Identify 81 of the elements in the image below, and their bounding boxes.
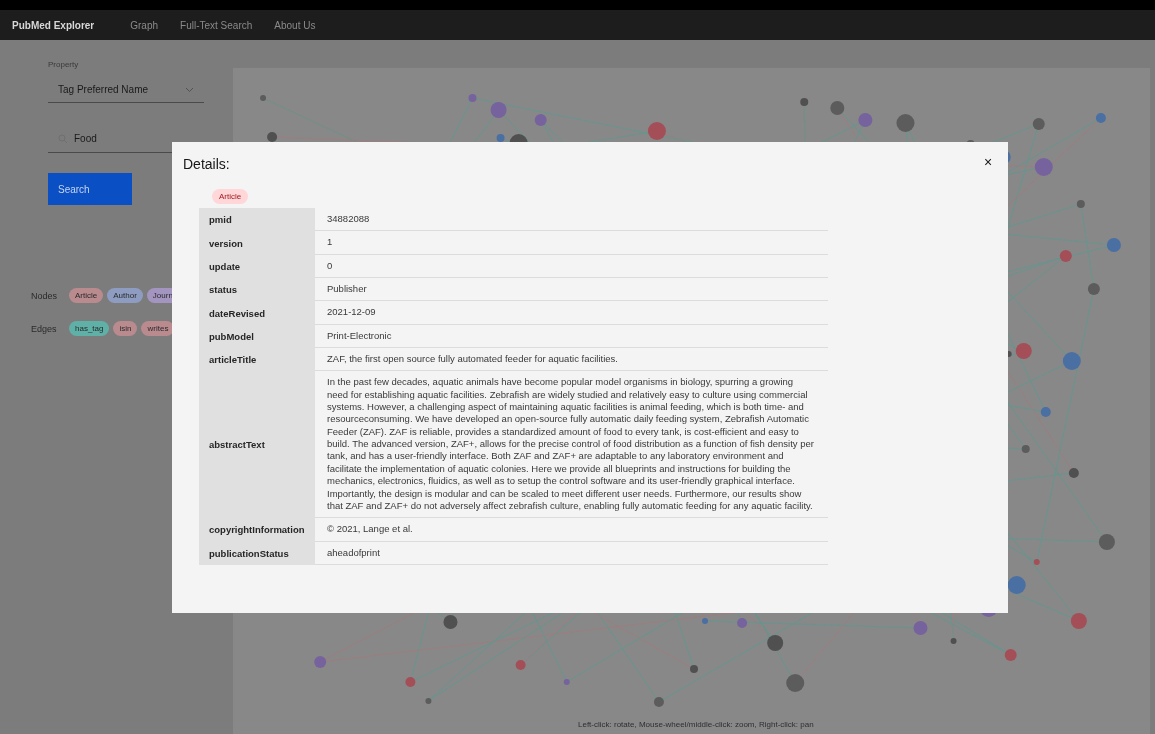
- graph-node[interactable]: [267, 132, 278, 142]
- property-value-cell: ZAF, the first open source fully automated feeder for aquatic facilities.: [315, 348, 828, 372]
- graph-node[interactable]: [653, 697, 664, 707]
- graph-node[interactable]: [1007, 576, 1026, 594]
- graph-node[interactable]: [702, 618, 709, 624]
- graph-node[interactable]: [1004, 649, 1017, 661]
- property-key-cell: status: [199, 278, 315, 302]
- property-key-cell: publicationStatus: [199, 541, 315, 565]
- graph-node[interactable]: [515, 660, 526, 670]
- graph-node[interactable]: [1032, 118, 1045, 130]
- controls-hint: Left-click: rotate, Mouse-wheel/middle-click: zoom, Right-click: pan: [578, 720, 814, 729]
- graph-node[interactable]: [786, 674, 805, 692]
- property-value-cell: 34882088: [315, 208, 828, 232]
- property-value-cell: In the past few decades, aquatic animals have become popular model organisms in biology, spurring a growing need for establishing aquatic facilities. Zebrafish are widely studied and relatively easy to culture using commercial systems. However, a challenging aspect of maintaining aquatic facilities is animal feeding, which is both time- and resourceconsuming. We have developed an open-source fully automatic daily feeding system, Zebrafish Automatic Feeder (ZAF). ZAF is reliable, provides a standardized amount of food to every tank, is cost-efficient and easy to build. The advanced version, ZAF+, allows for the precise control of food distribution as a function of fish density per tank, and has a user-friendly interface. Both ZAF and ZAF+ are adaptable to any laboratory environment and facilitate the implementation of aquatic colonies. Here we provide all blueprints and instructions for building the mechanics, electronics, fluidics, as well as to setup the control software and its user-friendly graphical interface. Importantly, the design is modular and can be scaled to meet different user needs. Furthermore, our results show that ZAF and ZAF+ do not adversely affect zebrafish culture, enabling fully automatic feeding for any aquatic facility.: [315, 371, 828, 519]
- property-key-cell: dateRevised: [199, 301, 315, 325]
- graph-node[interactable]: [1015, 343, 1032, 359]
- graph-node[interactable]: [1087, 283, 1100, 295]
- graph-node[interactable]: [690, 665, 698, 673]
- graph-node[interactable]: [443, 615, 458, 629]
- property-value-cell: 1: [315, 231, 828, 255]
- property-value-cell: aheadofprint: [315, 541, 828, 565]
- nav-link[interactable]: About Us: [274, 19, 316, 31]
- legend-label: Edges: [31, 323, 58, 334]
- property-value-cell: 2021-12-09: [315, 301, 828, 325]
- article-tag: Article: [212, 189, 249, 204]
- graph-node[interactable]: [647, 122, 666, 140]
- graph-node[interactable]: [767, 635, 784, 651]
- graph-node[interactable]: [1068, 468, 1079, 478]
- graph-node[interactable]: [425, 698, 432, 704]
- property-value-cell: © 2021, Lange et al.: [315, 518, 828, 542]
- nav-link[interactable]: Graph: [130, 19, 159, 31]
- field-label: Property: [48, 60, 80, 69]
- graph-node[interactable]: [1076, 200, 1085, 208]
- property-dropdown[interactable]: Tag Preferred Name: [48, 77, 204, 103]
- graph-node[interactable]: [1040, 407, 1051, 417]
- property-value-cell: Print-Electronic: [315, 324, 828, 349]
- legend-chip[interactable]: writes: [141, 321, 175, 336]
- property-value-cell: 0: [315, 254, 828, 279]
- graph-node[interactable]: [830, 101, 845, 115]
- property-key-cell: update: [199, 254, 315, 279]
- property-key-cell: abstractText: [199, 371, 315, 519]
- property-key-cell: version: [199, 231, 315, 255]
- legend-chip[interactable]: Author: [107, 288, 143, 303]
- legend-label: Nodes: [31, 290, 58, 301]
- graph-node[interactable]: [858, 113, 873, 127]
- graph-node[interactable]: [490, 102, 507, 118]
- graph-node[interactable]: [1059, 250, 1072, 262]
- graph-node[interactable]: [534, 114, 547, 126]
- graph-node[interactable]: [1062, 352, 1081, 370]
- graph-node[interactable]: [1095, 113, 1106, 123]
- close-button[interactable]: ×: [978, 152, 998, 172]
- search-button[interactable]: Search: [48, 173, 132, 205]
- graph-node[interactable]: [800, 98, 809, 106]
- dialog-title: Details:: [183, 156, 230, 172]
- graph-node[interactable]: [496, 134, 505, 142]
- property-value-cell: Publisher: [315, 278, 828, 302]
- graph-node[interactable]: [563, 679, 570, 685]
- graph-node[interactable]: [1021, 445, 1030, 453]
- graph-node[interactable]: [468, 94, 477, 102]
- property-key-cell: articleTitle: [199, 348, 315, 372]
- legend-chip[interactable]: has_tag: [69, 321, 110, 336]
- legend-chip[interactable]: isin: [113, 321, 138, 336]
- graph-node[interactable]: [1033, 559, 1040, 565]
- graph-node[interactable]: [260, 95, 267, 101]
- graph-node[interactable]: [950, 638, 957, 644]
- property-key-cell: pubModel: [199, 324, 315, 349]
- brand-title[interactable]: PubMed Explorer: [12, 19, 95, 31]
- graph-node[interactable]: [314, 656, 327, 668]
- legend-chip[interactable]: Article: [69, 288, 104, 303]
- graph-node[interactable]: [405, 677, 416, 687]
- graph-node[interactable]: [1034, 158, 1053, 176]
- property-key-cell: pmid: [199, 208, 315, 232]
- chevron-down-icon: [185, 86, 194, 93]
- graph-node[interactable]: [1070, 613, 1087, 629]
- graph-node[interactable]: [896, 114, 915, 132]
- graph-node[interactable]: [913, 621, 928, 635]
- nav-link[interactable]: Full-Text Search: [180, 19, 253, 31]
- graph-node[interactable]: [1098, 534, 1115, 550]
- property-key-cell: copyrightInformation: [199, 518, 315, 542]
- graph-node[interactable]: [1106, 238, 1121, 252]
- graph-node[interactable]: [737, 618, 748, 628]
